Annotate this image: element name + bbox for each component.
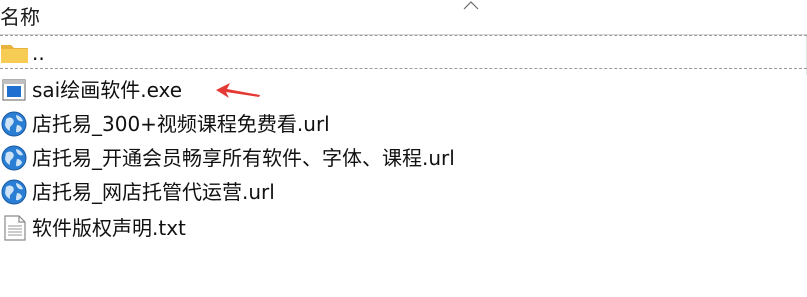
text-document-icon xyxy=(4,215,26,241)
file-row-exe[interactable]: sai绘画软件.exe xyxy=(0,73,807,107)
file-name: 店托易_开通会员畅享所有软件、字体、课程.url xyxy=(32,146,455,170)
file-name: sai绘画软件.exe xyxy=(32,78,183,102)
file-row-url-membership[interactable]: 店托易_开通会员畅享所有软件、字体、课程.url xyxy=(0,141,807,175)
file-name: 店托易_网店托管代运营.url xyxy=(32,180,275,204)
file-row-txt[interactable]: 软件版权声明.txt xyxy=(0,211,807,245)
red-arrow-icon xyxy=(216,83,260,98)
column-header[interactable]: 名称 xyxy=(0,0,807,35)
exe-app-icon xyxy=(2,79,26,101)
file-row-url-operations[interactable]: 店托易_网店托管代运营.url xyxy=(0,175,807,209)
chevron-up-icon[interactable] xyxy=(462,0,480,10)
internet-shortcut-globe-icon xyxy=(1,145,27,171)
file-name: .. xyxy=(32,41,45,65)
file-row-parent-folder[interactable]: .. xyxy=(0,35,807,69)
file-explorer-list: 名称 .. sai绘画软件.exe 店托易_300+视频课程免费看.url 店托… xyxy=(0,0,807,297)
file-name: 店托易_300+视频课程免费看.url xyxy=(32,112,330,136)
internet-shortcut-globe-icon xyxy=(1,111,27,137)
internet-shortcut-globe-icon xyxy=(1,179,27,205)
folder-icon xyxy=(1,45,28,63)
file-row-url-courses[interactable]: 店托易_300+视频课程免费看.url xyxy=(0,107,807,141)
name-column-header[interactable]: 名称 xyxy=(0,4,40,30)
file-name: 软件版权声明.txt xyxy=(32,216,186,240)
